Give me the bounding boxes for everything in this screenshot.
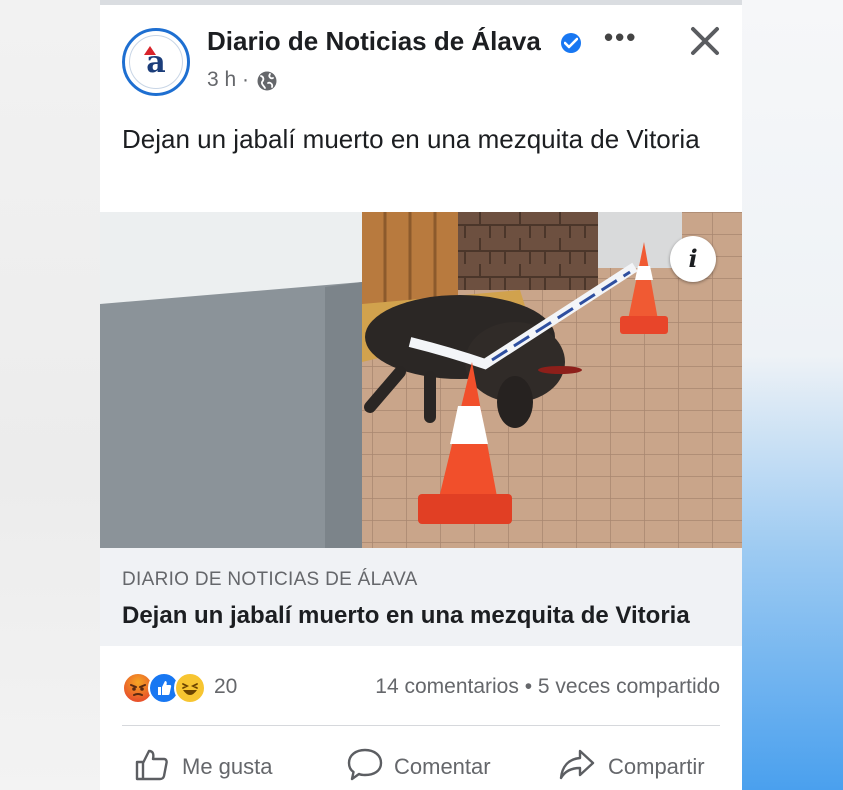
actions-divider: [122, 725, 720, 726]
share-arrow-icon: [559, 749, 595, 780]
card-top-border: [100, 0, 742, 5]
post-text: Dejan un jabalí muerto en una mezquita d…: [122, 124, 700, 154]
meta-separator: ·: [242, 68, 250, 91]
share-label: Compartir: [608, 754, 705, 779]
comment-bubble-icon: [347, 748, 383, 781]
page-avatar[interactable]: a: [122, 28, 190, 96]
post-photo[interactable]: i: [100, 212, 742, 548]
globe-icon: [257, 71, 277, 91]
reaction-count[interactable]: 20: [214, 675, 237, 699]
post-card: a Diario de Noticias de Álava 3 h · ••• …: [100, 0, 742, 790]
link-preview[interactable]: DIARIO DE NOTICIAS DE ÁLAVA Dejan un jab…: [100, 548, 742, 646]
link-domain: DIARIO DE NOTICIAS DE ÁLAVA: [122, 569, 418, 590]
share-button[interactable]: Compartir: [558, 746, 718, 786]
close-icon[interactable]: [690, 26, 720, 56]
comments-count[interactable]: 14 comentarios: [375, 675, 519, 698]
post-stats: 14 comentarios • 5 veces compartido: [375, 675, 720, 699]
more-options-button[interactable]: •••: [604, 24, 637, 50]
thumbs-up-icon: [135, 749, 168, 781]
page-name[interactable]: Diario de Noticias de Álava: [207, 26, 541, 57]
post-meta: 3 h ·: [207, 68, 249, 92]
post-time[interactable]: 3 h: [207, 68, 236, 91]
link-title[interactable]: Dejan un jabalí muerto en una mezquita d…: [122, 602, 690, 630]
like-button[interactable]: Me gusta: [134, 746, 284, 786]
like-label: Me gusta: [182, 754, 273, 779]
background-right: [742, 0, 843, 790]
stats-bullet: •: [524, 675, 533, 698]
background-left: [0, 0, 100, 790]
info-button[interactable]: i: [670, 236, 716, 282]
boar-photo-illustration: [100, 212, 742, 548]
avatar-letter: a: [146, 45, 166, 80]
haha-icon: [174, 672, 206, 704]
shares-count[interactable]: 5 veces compartido: [538, 675, 720, 698]
comment-button[interactable]: Comentar: [346, 746, 506, 786]
verified-badge-icon: [561, 33, 581, 53]
comment-label: Comentar: [394, 754, 491, 779]
